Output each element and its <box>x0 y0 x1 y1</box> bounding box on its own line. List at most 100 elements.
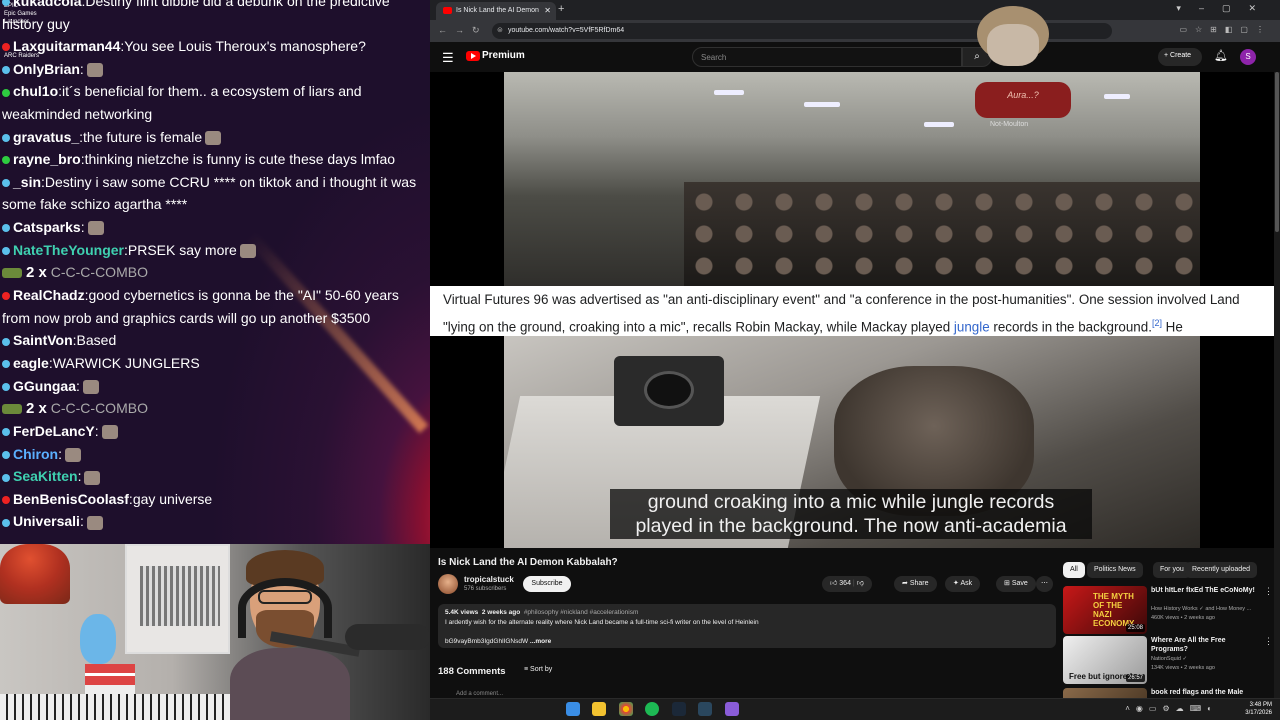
steam-alt-icon[interactable] <box>698 702 713 716</box>
chat-username[interactable]: chul1o <box>13 83 58 99</box>
search-input[interactable]: Search <box>692 47 962 67</box>
video-thumbnail[interactable]: THE MYTH OF THE NAZI ECONOMY 25:08 <box>1063 586 1147 634</box>
rec-channel[interactable]: NationSquid ✓ <box>1151 656 1266 662</box>
chrome-icon[interactable] <box>618 702 633 716</box>
chat-message: kukadcola:Destiny flint dibble did a deb… <box>0 0 430 35</box>
lamp <box>0 544 70 604</box>
chat-text: Based <box>76 332 117 349</box>
chat-text: WARWICK JUNGLERS <box>52 354 200 371</box>
chat-badge-icon <box>2 428 10 437</box>
more-actions-icon[interactable]: ⋯ <box>1036 576 1053 592</box>
wiki-reference[interactable]: [2] <box>1152 318 1162 328</box>
chat-username[interactable]: rayne_bro <box>13 151 81 167</box>
video-title: Is Nick Land the AI Demon Kabbalah? <box>438 557 618 568</box>
chat-username[interactable]: _sin <box>13 174 41 190</box>
rec-menu-icon[interactable]: ⋮ <box>1264 586 1273 597</box>
subscribe-button[interactable]: Subscribe <box>523 576 571 592</box>
system-tray-icons[interactable]: ˄◉▭⚙☁⌨◐ <box>1125 704 1218 713</box>
chat-badge-icon <box>2 246 10 255</box>
overlay-sign: Aura...? <box>975 82 1071 118</box>
chat-username[interactable]: GGungaa <box>13 378 76 394</box>
combo-icon <box>2 404 22 415</box>
channel-name[interactable]: tropicalstuck <box>464 575 514 584</box>
new-tab-icon[interactable]: + <box>558 3 564 15</box>
spotify-icon[interactable] <box>645 702 660 716</box>
site-info-icon[interactable]: ⊜ <box>497 26 503 34</box>
extension-icons[interactable]: ▭☆⊞◧▢⋮ <box>1179 25 1272 34</box>
rec-title[interactable]: bUt hItLer fIxEd ThE eCoNoMy! <box>1151 586 1261 595</box>
video-thumbnail[interactable] <box>1063 688 1147 698</box>
turntable <box>614 356 724 426</box>
address-bar-row: ←→↻ ⊜ youtube.com/watch?v=5VfF5RfDm64 ▭☆… <box>430 20 1280 42</box>
recommended-video[interactable]: book red flags and the Male <box>1063 688 1273 698</box>
channel-avatar[interactable] <box>438 574 458 594</box>
add-comment-input[interactable]: Add a comment... <box>456 691 503 697</box>
app-icon[interactable] <box>724 702 739 716</box>
tab-bar: Is Nick Land the AI Demon ✕ + ▾–▢✕ <box>430 0 1280 20</box>
emote-icon <box>87 221 104 236</box>
dislike-icon[interactable]: 👎︎ <box>857 580 864 587</box>
description-box[interactable]: 5.4K views 2 weeks ago #philosophy #nick… <box>438 604 1056 648</box>
chat-username[interactable]: RealChadz <box>13 287 85 303</box>
youtube-premium-logo[interactable]: Premium <box>482 50 525 61</box>
rec-title[interactable]: book red flags and the Male <box>1151 688 1261 697</box>
chat-badge-icon <box>2 179 10 188</box>
nav-buttons[interactable]: ←→↻ <box>438 25 488 36</box>
file-explorer-icon[interactable] <box>592 702 607 716</box>
close-tab-icon[interactable]: ✕ <box>544 6 551 15</box>
youtube-favicon-icon <box>443 7 452 14</box>
sort-comments-button[interactable]: ≡ Sort by <box>524 666 552 673</box>
menu-icon[interactable]: ☰ <box>442 50 454 66</box>
start-menu-icon[interactable] <box>566 702 580 716</box>
steam-icon[interactable] <box>671 702 686 716</box>
create-button[interactable]: + Create <box>1158 48 1202 66</box>
chat-message: NateTheYounger:PRSEK say more <box>0 239 430 262</box>
chat-username[interactable]: eagle <box>13 355 49 371</box>
chip-all[interactable]: All <box>1063 562 1085 578</box>
chat-message: RealChadz:good cybernetics is gonna be t… <box>2 287 399 326</box>
video-thumbnail[interactable]: Free but ignored 26:57 <box>1063 636 1147 684</box>
share-button[interactable]: ➦ Share <box>894 576 937 592</box>
recommended-video[interactable]: THE MYTH OF THE NAZI ECONOMY 25:08 bUt h… <box>1063 586 1273 636</box>
hashtags[interactable]: #philosophy #nickland #accelerationism <box>524 609 639 616</box>
recommended-video[interactable]: Free but ignored 26:57 Where Are All the… <box>1063 636 1273 686</box>
chat-username[interactable]: OnlyBrian <box>13 61 80 77</box>
youtube-header: ☰ Premium Search ⌕ + Create 🔔︎ S <box>430 42 1280 72</box>
account-avatar[interactable]: S <box>1240 49 1256 65</box>
rec-title[interactable]: Where Are All the Free Programs? <box>1151 636 1261 654</box>
chat-username[interactable]: Laxguitarman44 <box>13 38 120 54</box>
page-scrollbar[interactable] <box>1274 72 1280 698</box>
notifications-bell-icon[interactable]: 🔔︎ <box>1214 49 1228 62</box>
rec-menu-icon[interactable]: ⋮ <box>1264 636 1273 647</box>
chat-username[interactable]: kukadcola <box>13 0 81 9</box>
tab-title: Is Nick Land the AI Demon <box>456 7 539 14</box>
chat-badge-icon <box>2 88 10 97</box>
chip-recently-uploaded[interactable]: Recently uploaded <box>1185 562 1257 578</box>
chip-politics-news[interactable]: Politics News <box>1087 562 1143 578</box>
chat-username[interactable]: Catsparks <box>13 219 81 235</box>
taskbar-clock[interactable]: 3:48 PM 3/17/2026 <box>1245 701 1272 717</box>
chat-username[interactable]: BenBenisCoolasf <box>13 491 129 507</box>
chat-text: PRSEK say more <box>127 241 237 258</box>
save-button[interactable]: ⊞ Save <box>996 576 1036 592</box>
window-controls[interactable]: ▾–▢✕ <box>1176 3 1274 14</box>
chat-username[interactable]: SeaKitten <box>13 468 78 484</box>
chat-username[interactable]: Chiron <box>13 446 58 462</box>
chat-text: thinking nietzche is funny is cute these… <box>84 151 396 168</box>
video-player[interactable]: Virtual Futures 96 was advertised as "an… <box>430 72 1280 548</box>
chat-message: eagle:WARWICK JUNGLERS <box>0 352 430 375</box>
wiki-link-jungle[interactable]: jungle <box>954 319 990 334</box>
video-duration: 26:57 <box>1125 674 1145 682</box>
chat-text: Destiny i saw some CCRU **** on tiktok a… <box>2 173 417 213</box>
browser-tab[interactable]: Is Nick Land the AI Demon ✕ <box>436 2 556 20</box>
chat-username[interactable]: NateTheYounger <box>13 242 124 258</box>
like-button[interactable]: 👍︎ 364 | 👎︎ <box>822 576 872 592</box>
chat-username[interactable]: Universali <box>13 513 80 529</box>
youtube-logo-icon[interactable] <box>466 51 480 61</box>
show-more-link[interactable]: ...more <box>530 638 551 645</box>
rec-channel[interactable]: How History Works ✓ and How Money ... <box>1151 606 1266 612</box>
chat-username[interactable]: gravatus_ <box>13 129 79 145</box>
ask-button[interactable]: ✦ Ask <box>945 576 981 592</box>
chat-username[interactable]: SaintVon <box>13 332 73 348</box>
chat-username[interactable]: FerDeLancY <box>13 423 95 439</box>
